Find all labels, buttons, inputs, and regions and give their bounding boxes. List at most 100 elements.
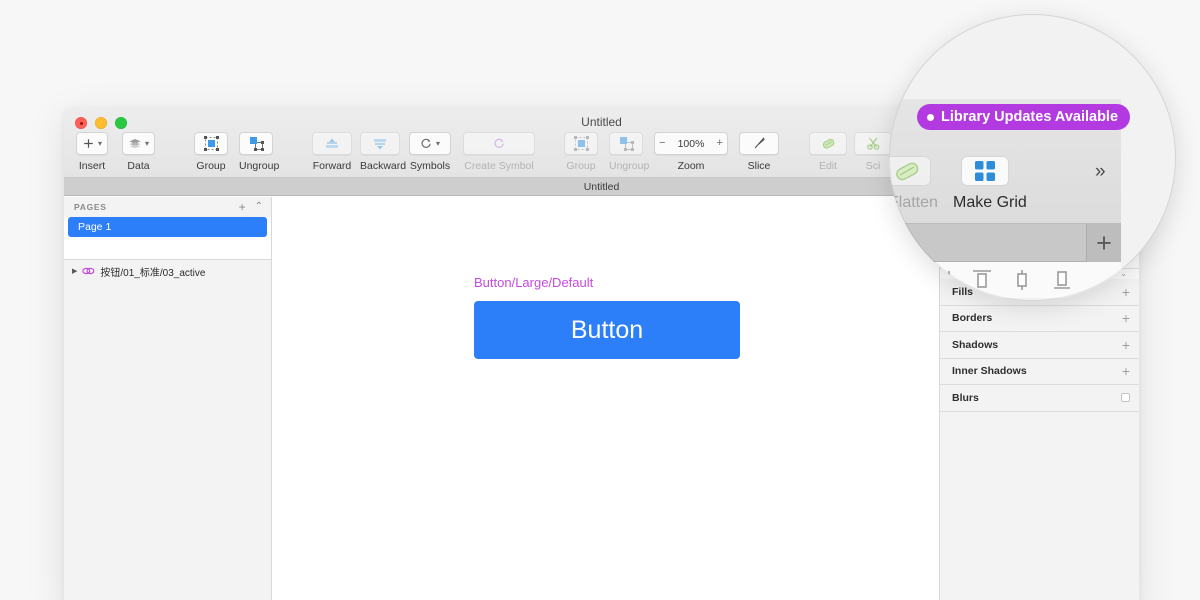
zoom-in-icon[interactable]: + xyxy=(717,138,723,149)
group-icon xyxy=(573,136,589,151)
library-updates-badge[interactable]: Library Updates Available xyxy=(917,104,1131,130)
add-page-icon[interactable]: + xyxy=(239,201,246,213)
artboard-canvas[interactable]: Button/Large/Default Button xyxy=(272,197,939,600)
toolbar-item-edit[interactable]: Edit xyxy=(809,132,847,172)
ungroup-button-disabled[interactable] xyxy=(609,132,643,155)
layers-icon xyxy=(129,139,141,148)
inspector-row-blurs[interactable]: Blurs xyxy=(940,385,1139,412)
pages-section-header: PAGES + ⌃ xyxy=(64,197,271,217)
scissors-icon xyxy=(866,137,879,150)
symbol-name-label: Button/Large/Default xyxy=(474,275,594,290)
button-symbol-text: Button xyxy=(570,315,644,344)
zoom-out-icon[interactable]: − xyxy=(659,138,665,149)
align-right-icon[interactable] xyxy=(929,267,955,293)
group-icon xyxy=(203,136,219,151)
bring-forward-icon xyxy=(326,138,338,148)
send-backward-button[interactable] xyxy=(360,132,400,155)
toolbar-label-zoom: Zoom xyxy=(677,160,705,172)
pages-list-spacer xyxy=(66,237,269,257)
toolbar-item-group[interactable]: Group xyxy=(194,132,228,172)
make-grid-icon xyxy=(975,161,995,181)
toolbar-item-create-symbol[interactable]: Create Symbol xyxy=(463,132,535,172)
magnified-collapse-chevron[interactable]: ⌄ xyxy=(1089,292,1099,301)
symbol-icon xyxy=(421,138,431,148)
layers-sidebar: PAGES + ⌃ Page 1 ▶ 按钮/01_标准/03_active xyxy=(64,197,272,600)
toolbar-label-ungroup: Ungroup xyxy=(239,160,280,172)
layer-name: 按钮/01_标准/03_active xyxy=(100,267,206,279)
insert-button[interactable]: ▾ xyxy=(76,132,109,155)
symbols-button[interactable]: ▾ xyxy=(409,132,451,155)
toolbar-item-ungroup-2[interactable]: Ungroup xyxy=(609,132,649,172)
inspector-row-inner-shadows[interactable]: Inner Shadows + xyxy=(940,359,1139,385)
flatten-pill-icon xyxy=(896,162,919,181)
toolbar-item-backward[interactable]: Backward xyxy=(360,132,406,172)
align-center-horizontal-icon[interactable] xyxy=(889,267,915,293)
make-grid-button[interactable] xyxy=(961,156,1009,186)
blurs-checkbox[interactable] xyxy=(1121,393,1130,403)
align-top-icon[interactable] xyxy=(969,267,995,293)
pages-section-title: PAGES xyxy=(74,202,107,212)
layer-row[interactable]: ▶ 按钮/01_标准/03_active xyxy=(64,260,271,282)
add-inner-shadow-button[interactable]: + xyxy=(1122,364,1130,378)
toolbar-label-backward: Backward xyxy=(360,160,407,172)
ungroup-button[interactable] xyxy=(239,132,273,155)
edit-button[interactable] xyxy=(809,132,847,155)
toolbar-item-symbols[interactable]: ▾ Symbols xyxy=(409,132,451,172)
library-updates-label: Library Updates Available xyxy=(941,109,1119,125)
group-button-disabled[interactable] xyxy=(564,132,598,155)
toolbar-item-ungroup[interactable]: Ungroup xyxy=(239,132,279,172)
create-symbol-button[interactable] xyxy=(463,132,535,155)
send-backward-icon xyxy=(374,138,386,149)
symbol-link-icon xyxy=(82,267,95,275)
chevron-down-icon: ▾ xyxy=(435,138,440,148)
magnified-alignment-toolbar xyxy=(889,262,1121,298)
slice-button[interactable] xyxy=(739,132,779,155)
inspector-row-label: Inner Shadows xyxy=(952,365,1027,378)
edit-pill-icon xyxy=(822,138,834,149)
toolbar-item-scissors[interactable]: Sci xyxy=(854,132,892,172)
toolbar-label-scissors: Sci xyxy=(865,160,881,172)
toolbar-label-create-symbol: Create Symbol xyxy=(464,160,534,172)
page-item-page-1[interactable]: Page 1 xyxy=(68,217,267,237)
align-bottom-icon[interactable] xyxy=(1049,267,1075,293)
bring-forward-button[interactable] xyxy=(312,132,352,155)
inspector-row-shadows[interactable]: Shadows + xyxy=(940,332,1139,359)
inspector-row-borders[interactable]: Borders + xyxy=(940,306,1139,332)
plus-icon xyxy=(84,139,93,148)
toolbar-label-group-2: Group xyxy=(566,160,596,172)
toolbar-item-slice[interactable]: Slice xyxy=(739,132,779,172)
toolbar-item-zoom[interactable]: − 100% + Zoom xyxy=(654,132,728,172)
make-grid-label: Make Grid xyxy=(953,194,1027,211)
toolbar-item-group-2[interactable]: Group xyxy=(564,132,598,172)
inspector-row-label: Shadows xyxy=(952,338,999,351)
data-button[interactable]: ▾ xyxy=(122,132,156,155)
align-center-vertical-icon[interactable] xyxy=(1009,267,1035,293)
document-tab-title: Untitled xyxy=(583,180,620,193)
zoom-stepper[interactable]: − 100% + xyxy=(654,132,728,155)
slice-knife-icon xyxy=(754,137,765,149)
toolbar-label-ungroup-2: Ungroup xyxy=(609,160,650,172)
toolbar-label-symbols: Symbols xyxy=(409,160,451,172)
button-symbol-instance[interactable]: Button xyxy=(474,301,740,359)
layers-list: ▶ 按钮/01_标准/03_active xyxy=(64,259,271,600)
add-border-button[interactable]: + xyxy=(1122,311,1130,325)
toolbar-label-forward: Forward xyxy=(312,160,352,172)
toolbar-label-insert: Insert xyxy=(78,160,106,172)
screenshot-root: Untitled ▾ Insert ▾ Data Group Ungroup F… xyxy=(0,0,1200,600)
flatten-button[interactable] xyxy=(889,156,931,186)
page-item-label: Page 1 xyxy=(78,221,112,233)
toolbar-item-forward[interactable]: Forward xyxy=(312,132,352,172)
toolbar-item-insert[interactable]: ▾ Insert xyxy=(76,132,109,172)
magnified-add-button[interactable]: + xyxy=(1086,224,1121,262)
update-available-dot xyxy=(927,113,934,121)
scissors-button[interactable] xyxy=(854,132,892,155)
toolbar-label-slice: Slice xyxy=(747,160,771,172)
add-shadow-button[interactable]: + xyxy=(1122,338,1130,352)
toolbar-label-edit: Edit xyxy=(818,160,838,172)
toolbar-item-data[interactable]: ▾ Data xyxy=(122,132,156,172)
collapse-pages-icon[interactable]: ⌃ xyxy=(255,202,263,212)
group-button[interactable] xyxy=(194,132,228,155)
magnifier-content: Library Updates Available Flatten Make G… xyxy=(889,14,1176,301)
toolbar-overflow-icon[interactable]: » xyxy=(1095,162,1105,181)
disclosure-triangle-icon[interactable]: ▶ xyxy=(72,267,77,275)
